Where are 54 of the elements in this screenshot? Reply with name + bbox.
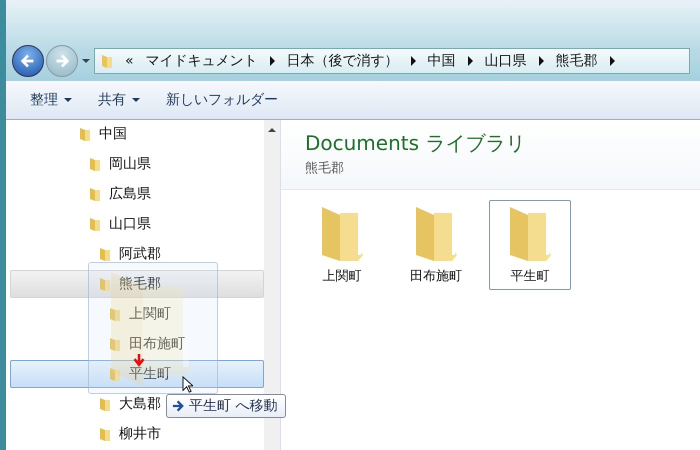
library-subtitle: 熊毛郡 — [305, 160, 345, 177]
breadcrumb-arrow-icon[interactable] — [538, 56, 544, 66]
library-title: Documents ライブラリ — [305, 130, 526, 157]
folder-item[interactable]: 上関町 — [301, 200, 383, 290]
tree-item[interactable]: 岡山県 — [10, 150, 264, 178]
folder-icon — [109, 306, 121, 322]
back-button[interactable] — [12, 45, 44, 77]
folder-icon — [109, 366, 121, 382]
breadcrumb-arrow-icon[interactable] — [270, 56, 275, 66]
caret-icon — [64, 98, 72, 102]
folder-icon — [109, 336, 121, 352]
tree-item[interactable]: 熊毛郡 — [10, 270, 264, 298]
breadcrumb-arrow-icon[interactable] — [468, 56, 473, 66]
tree-item[interactable]: 上関町 — [10, 300, 264, 328]
folder-icon — [101, 53, 113, 69]
tooltip-text: 平生町 へ移動 — [189, 397, 278, 415]
arrow-icon — [172, 400, 185, 412]
down-arrow-icon — [132, 354, 146, 368]
breadcrumb-arrow-icon[interactable] — [410, 56, 416, 66]
tree-item[interactable]: 阿武郡 — [10, 240, 264, 268]
overflow-chevron[interactable]: « — [125, 53, 134, 69]
tree-item[interactable]: 広島県 — [10, 180, 264, 208]
history-dropdown-icon[interactable] — [82, 59, 90, 63]
breadcrumb-item[interactable]: マイドキュメント — [146, 52, 258, 70]
toolbar-button[interactable]: 整理 — [24, 87, 78, 113]
folder-icon — [89, 186, 101, 202]
folder-item[interactable]: 平生町 — [489, 200, 571, 290]
toolbar-button[interactable]: 共有 — [92, 87, 146, 113]
breadcrumb-arrow-icon[interactable] — [610, 56, 615, 66]
scroll-up-icon[interactable] — [268, 128, 276, 132]
tree-item[interactable]: 平生町 — [10, 360, 264, 388]
breadcrumb-item[interactable]: 日本（後で消す） — [286, 52, 399, 70]
folder-icon — [99, 396, 111, 412]
tree-item[interactable]: 山口県 — [10, 210, 264, 238]
cursor-icon — [182, 376, 193, 394]
folder-icon — [508, 205, 552, 263]
tree-item[interactable]: 田布施町 — [10, 330, 264, 358]
folder-item[interactable]: 田布施町 — [395, 200, 477, 290]
toolbar-button[interactable]: 新しいフォルダー — [160, 87, 284, 113]
folder-icon — [320, 205, 364, 263]
folder-icon — [99, 246, 111, 262]
folder-icon — [89, 156, 101, 172]
breadcrumb-item[interactable]: 中国 — [428, 52, 456, 70]
address-bar[interactable]: « マイドキュメント 日本（後で消す） 中国 山口県 熊毛郡 — [94, 48, 690, 74]
caret-icon — [132, 98, 140, 102]
folder-icon — [89, 216, 101, 232]
breadcrumb-item[interactable]: 熊毛郡 — [556, 52, 598, 70]
breadcrumb-item[interactable]: 山口県 — [484, 52, 527, 70]
tree-item[interactable]: 中国 — [10, 120, 264, 148]
tree-item[interactable]: 柳井市 — [10, 420, 264, 448]
folder-icon — [79, 126, 91, 142]
folder-icon — [99, 426, 111, 442]
folder-icon — [99, 276, 111, 292]
folder-icon — [414, 205, 458, 263]
